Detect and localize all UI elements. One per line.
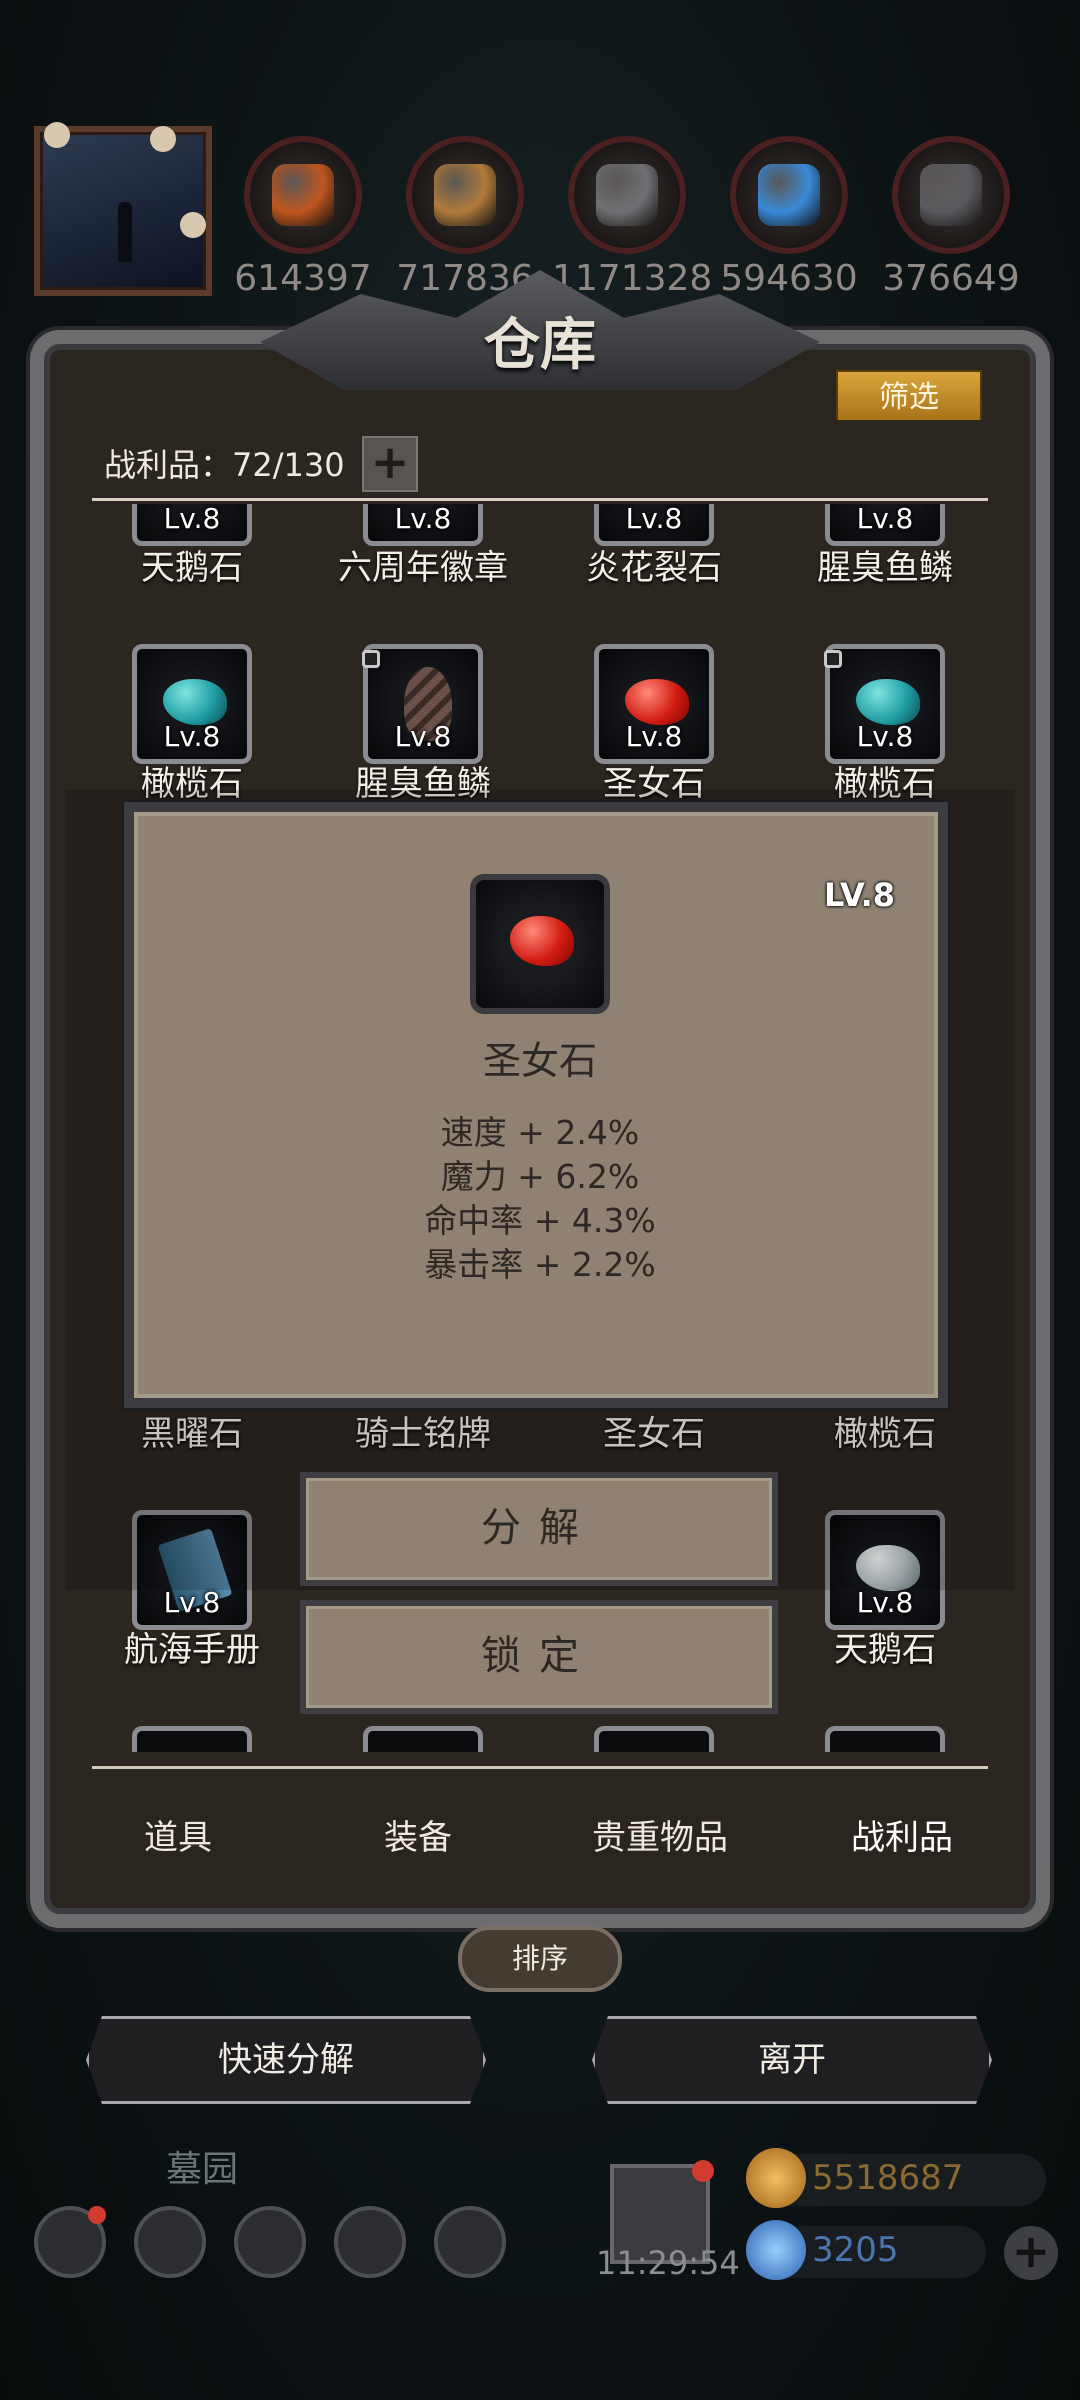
- item-name: 天鹅石: [141, 548, 243, 588]
- olivine-icon: [856, 679, 920, 725]
- gold-counter: 5518687: [746, 2148, 1046, 2208]
- decompose-button[interactable]: 分解: [300, 1472, 778, 1586]
- tab-valuables[interactable]: 贵重物品: [540, 1810, 780, 1859]
- leave-button[interactable]: 离开: [592, 2016, 992, 2104]
- tab-loot[interactable]: 战利品: [782, 1810, 1022, 1859]
- tab-equipment[interactable]: 装备: [298, 1810, 538, 1859]
- expand-capacity-button[interactable]: +: [362, 436, 418, 492]
- popup-stat-critical: 暴击率 + 2.2%: [424, 1245, 656, 1284]
- item-level: Lv.8: [625, 504, 683, 535]
- item-level: Lv.8: [394, 504, 452, 535]
- gear-icon[interactable]: [434, 2206, 506, 2278]
- item-name: 炎花裂石: [586, 548, 722, 588]
- item-name: 六周年徽章: [338, 548, 508, 588]
- gem-amount: 3205: [812, 2230, 899, 2270]
- item-level: Lv.8: [394, 720, 452, 753]
- stone-icon: [596, 164, 658, 226]
- gold-amount: 5518687: [812, 2158, 964, 2198]
- ore-icon: [272, 164, 334, 226]
- emblem-icon[interactable]: [134, 2206, 206, 2278]
- ore-resource-icon[interactable]: [244, 136, 362, 254]
- settings-icon[interactable]: [34, 2206, 106, 2278]
- filter-button[interactable]: 筛选: [836, 370, 982, 426]
- loot-capacity-label: 战利品：72/130: [104, 446, 345, 484]
- area-name: 墓园: [166, 2149, 239, 2190]
- flower-decoration: [44, 122, 70, 148]
- crystal-resource-icon[interactable]: [730, 136, 848, 254]
- popup-stat-accuracy: 命中率 + 4.3%: [424, 1201, 656, 1240]
- quick-decompose-button[interactable]: 快速分解: [86, 2016, 486, 2104]
- mail-icon[interactable]: [334, 2206, 406, 2278]
- header-divider: [92, 498, 988, 501]
- item-level: Lv.8: [856, 1586, 914, 1619]
- wood-icon: [434, 164, 496, 226]
- item-slot[interactable]: [825, 1726, 945, 1752]
- popup-item-name: 圣女石: [482, 1039, 597, 1083]
- avatar-figure: [118, 202, 132, 262]
- flower-decoration: [180, 212, 206, 238]
- notification-dot: [88, 2206, 106, 2224]
- crystal-count: 594630: [720, 258, 858, 299]
- lock-icon: [824, 650, 842, 668]
- gift-timer: 11:29:54: [596, 2244, 740, 2282]
- item-slot-olivine[interactable]: Lv.8: [825, 644, 945, 764]
- item-slot[interactable]: [594, 1726, 714, 1752]
- panel-title: 仓库: [484, 312, 596, 378]
- gem-counter: 3205: [746, 2220, 986, 2280]
- add-currency-button[interactable]: +: [1004, 2226, 1058, 2280]
- item-level: Lv.8: [163, 504, 221, 535]
- tabs-divider: [92, 1766, 988, 1769]
- guild-icon[interactable]: [234, 2206, 306, 2278]
- item-level: Lv.8: [856, 504, 914, 535]
- virgin-stone-icon: [625, 679, 689, 725]
- item-level: Lv.8: [163, 720, 221, 753]
- item-slot[interactable]: [132, 1726, 252, 1752]
- item-slot-fish-scale[interactable]: Lv.8: [363, 644, 483, 764]
- wood-resource-icon[interactable]: [406, 136, 524, 254]
- popup-stat-magic: 魔力 + 6.2%: [440, 1157, 640, 1196]
- item-level: Lv.8: [856, 720, 914, 753]
- ore-count: 614397: [234, 258, 372, 299]
- popup-item-level: LV.8: [824, 876, 896, 914]
- virgin-stone-icon: [510, 916, 574, 966]
- iron-icon: [920, 164, 982, 226]
- lock-icon: [362, 650, 380, 668]
- stone-resource-icon[interactable]: [568, 136, 686, 254]
- item-name: 腥臭鱼鳞: [817, 548, 953, 588]
- item-name: 天鹅石: [834, 1630, 936, 1670]
- iron-count: 376649: [882, 258, 1020, 299]
- tab-items[interactable]: 道具: [58, 1810, 298, 1859]
- lock-button[interactable]: 锁定: [300, 1600, 778, 1714]
- flower-decoration: [150, 126, 176, 152]
- iron-resource-icon[interactable]: [892, 136, 1010, 254]
- olivine-icon: [163, 679, 227, 725]
- item-slot-olivine[interactable]: Lv.8: [132, 644, 252, 764]
- popup-item-icon: [470, 874, 610, 1014]
- item-slot-virgin-stone[interactable]: Lv.8: [594, 644, 714, 764]
- popup-stat-speed: 速度 + 2.4%: [440, 1113, 640, 1152]
- gem-icon: [746, 2220, 806, 2280]
- item-level: Lv.8: [625, 720, 683, 753]
- crystal-icon: [758, 164, 820, 226]
- player-avatar[interactable]: [34, 122, 212, 296]
- item-slot[interactable]: [363, 1726, 483, 1752]
- sort-button[interactable]: 排序: [458, 1926, 622, 1992]
- notification-dot: [692, 2160, 714, 2182]
- gold-icon: [746, 2148, 806, 2208]
- item-name: 航海手册: [124, 1630, 260, 1670]
- item-level: Lv.8: [163, 1586, 221, 1619]
